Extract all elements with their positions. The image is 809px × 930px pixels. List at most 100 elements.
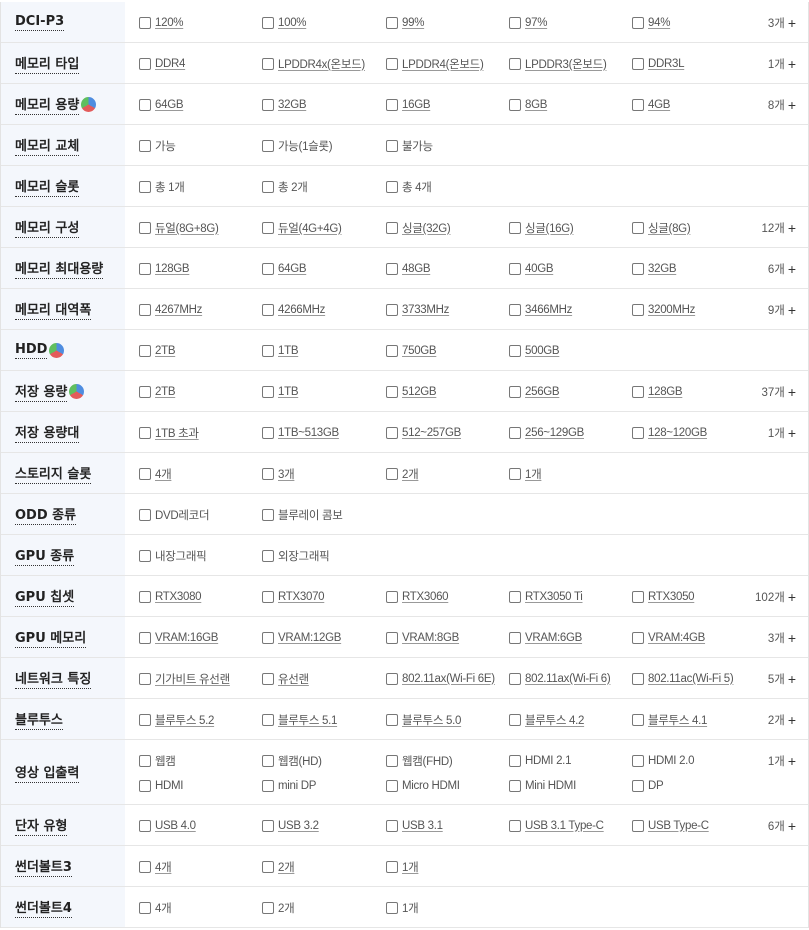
filter-option[interactable]: 128GB (632, 379, 683, 404)
option-label[interactable]: 1TB (278, 345, 299, 357)
option-checkbox[interactable] (509, 754, 521, 767)
filter-option[interactable]: DDR3L (632, 51, 685, 76)
filter-option[interactable]: 2TB (139, 338, 176, 363)
option-label[interactable]: 128~120GB (648, 427, 707, 439)
pie-chart-icon[interactable] (81, 96, 97, 112)
option-label[interactable]: 3200MHz (648, 304, 695, 316)
option-label[interactable]: 웹캠(HD) (278, 753, 322, 769)
filter-option[interactable]: RTX3070 (262, 584, 325, 609)
filter-option[interactable]: 1개 (386, 854, 419, 879)
filter-option[interactable]: 64GB (139, 92, 184, 117)
filter-label-text[interactable]: 네트워크 특징 (15, 668, 92, 689)
filter-option[interactable]: 94% (632, 10, 670, 35)
option-checkbox[interactable] (139, 631, 151, 644)
option-checkbox[interactable] (262, 901, 274, 914)
filter-option[interactable]: 가능 (139, 133, 176, 158)
filter-option[interactable]: 512GB (386, 379, 437, 404)
option-label[interactable]: 유선랜 (278, 671, 309, 687)
option-label[interactable]: 블루투스 4.1 (648, 712, 707, 728)
option-label[interactable]: 802.11ac(Wi-Fi 5) (648, 673, 734, 685)
filter-option[interactable]: VRAM:6GB (509, 625, 582, 650)
option-label[interactable]: 40GB (525, 263, 554, 275)
option-label[interactable]: 총 1개 (155, 179, 185, 195)
option-label[interactable]: mini DP (278, 780, 316, 792)
option-label[interactable]: 3개 (278, 466, 295, 482)
option-checkbox[interactable] (509, 590, 521, 603)
option-label[interactable]: 8GB (525, 99, 547, 111)
filter-option[interactable]: 블루투스 5.2 (139, 707, 214, 732)
filter-option[interactable]: 4267MHz (139, 297, 202, 322)
option-label[interactable]: 750GB (402, 345, 437, 357)
filter-option[interactable]: 4개 (139, 895, 172, 920)
option-label[interactable]: 총 4개 (402, 179, 432, 195)
option-label[interactable]: Micro HDMI (402, 780, 460, 792)
option-label[interactable]: 4GB (648, 99, 670, 111)
option-checkbox[interactable] (632, 16, 644, 29)
filter-option[interactable]: 듀얼(4G+4G) (262, 215, 342, 240)
option-checkbox[interactable] (139, 385, 151, 398)
filter-option[interactable]: 웹캠 (139, 748, 176, 773)
filter-option[interactable]: 120% (139, 10, 184, 35)
option-checkbox[interactable] (509, 98, 521, 111)
filter-label-text[interactable]: 저장 용량대 (15, 422, 80, 443)
filter-label-text[interactable]: 스토리지 슬롯 (15, 463, 92, 484)
option-label[interactable]: 256GB (525, 386, 560, 398)
option-checkbox[interactable] (386, 754, 398, 767)
option-label[interactable]: 4266MHz (278, 304, 325, 316)
option-label[interactable]: 512~257GB (402, 427, 461, 439)
filter-option[interactable]: 2개 (262, 854, 295, 879)
filter-option[interactable]: 750GB (386, 338, 437, 363)
filter-option[interactable]: 유선랜 (262, 666, 309, 691)
filter-label-text[interactable]: 저장 용량 (15, 381, 68, 402)
option-checkbox[interactable] (509, 221, 521, 234)
option-checkbox[interactable] (632, 590, 644, 603)
filter-option[interactable]: 512~257GB (386, 420, 461, 445)
option-checkbox[interactable] (509, 672, 521, 685)
option-label[interactable]: 128GB (155, 263, 190, 275)
option-checkbox[interactable] (262, 819, 274, 832)
option-label[interactable]: 99% (402, 17, 424, 29)
option-checkbox[interactable] (262, 467, 274, 480)
option-checkbox[interactable] (386, 901, 398, 914)
option-label[interactable]: 2TB (155, 345, 176, 357)
option-label[interactable]: 불가능 (402, 138, 433, 154)
option-label[interactable]: DDR3L (648, 58, 685, 70)
option-checkbox[interactable] (632, 631, 644, 644)
option-checkbox[interactable] (262, 754, 274, 767)
option-checkbox[interactable] (262, 860, 274, 873)
option-label[interactable]: USB 3.1 Type-C (525, 820, 604, 832)
filter-option[interactable]: 32GB (262, 92, 307, 117)
option-label[interactable]: 1개 (402, 859, 419, 875)
option-label[interactable]: 2TB (155, 386, 176, 398)
option-label[interactable]: 64GB (155, 99, 184, 111)
filter-option[interactable]: 500GB (509, 338, 560, 363)
option-checkbox[interactable] (139, 139, 151, 152)
option-label[interactable]: 3466MHz (525, 304, 572, 316)
filter-label-text[interactable]: 썬더볼트3 (15, 856, 72, 877)
option-checkbox[interactable] (139, 549, 151, 562)
filter-label-text[interactable]: 메모리 최대용량 (15, 258, 104, 279)
option-checkbox[interactable] (509, 303, 521, 316)
filter-option[interactable]: 총 2개 (262, 174, 308, 199)
option-label[interactable]: RTX3050 Ti (525, 591, 583, 603)
filter-label-text[interactable]: 썬더볼트4 (15, 897, 72, 918)
option-checkbox[interactable] (386, 303, 398, 316)
filter-option[interactable]: 802.11ax(Wi-Fi 6) (509, 666, 611, 691)
option-checkbox[interactable] (139, 262, 151, 275)
option-checkbox[interactable] (386, 221, 398, 234)
filter-option[interactable]: 3466MHz (509, 297, 572, 322)
filter-option[interactable]: Mini HDMI (509, 773, 576, 798)
more-options-button[interactable]: 1개 + (768, 748, 796, 773)
filter-option[interactable]: DDR4 (139, 51, 185, 76)
filter-option[interactable]: USB 3.1 (386, 813, 443, 838)
option-checkbox[interactable] (262, 385, 274, 398)
option-label[interactable]: 싱글(8G) (648, 220, 691, 236)
option-checkbox[interactable] (509, 631, 521, 644)
option-label[interactable]: 2개 (278, 859, 295, 875)
filter-option[interactable]: 블루투스 5.0 (386, 707, 461, 732)
option-label[interactable]: 4267MHz (155, 304, 202, 316)
option-label[interactable]: 블루레이 콤보 (278, 507, 343, 523)
filter-option[interactable]: RTX3060 (386, 584, 449, 609)
option-label[interactable]: VRAM:12GB (278, 632, 341, 644)
option-label[interactable]: USB Type-C (648, 820, 709, 832)
